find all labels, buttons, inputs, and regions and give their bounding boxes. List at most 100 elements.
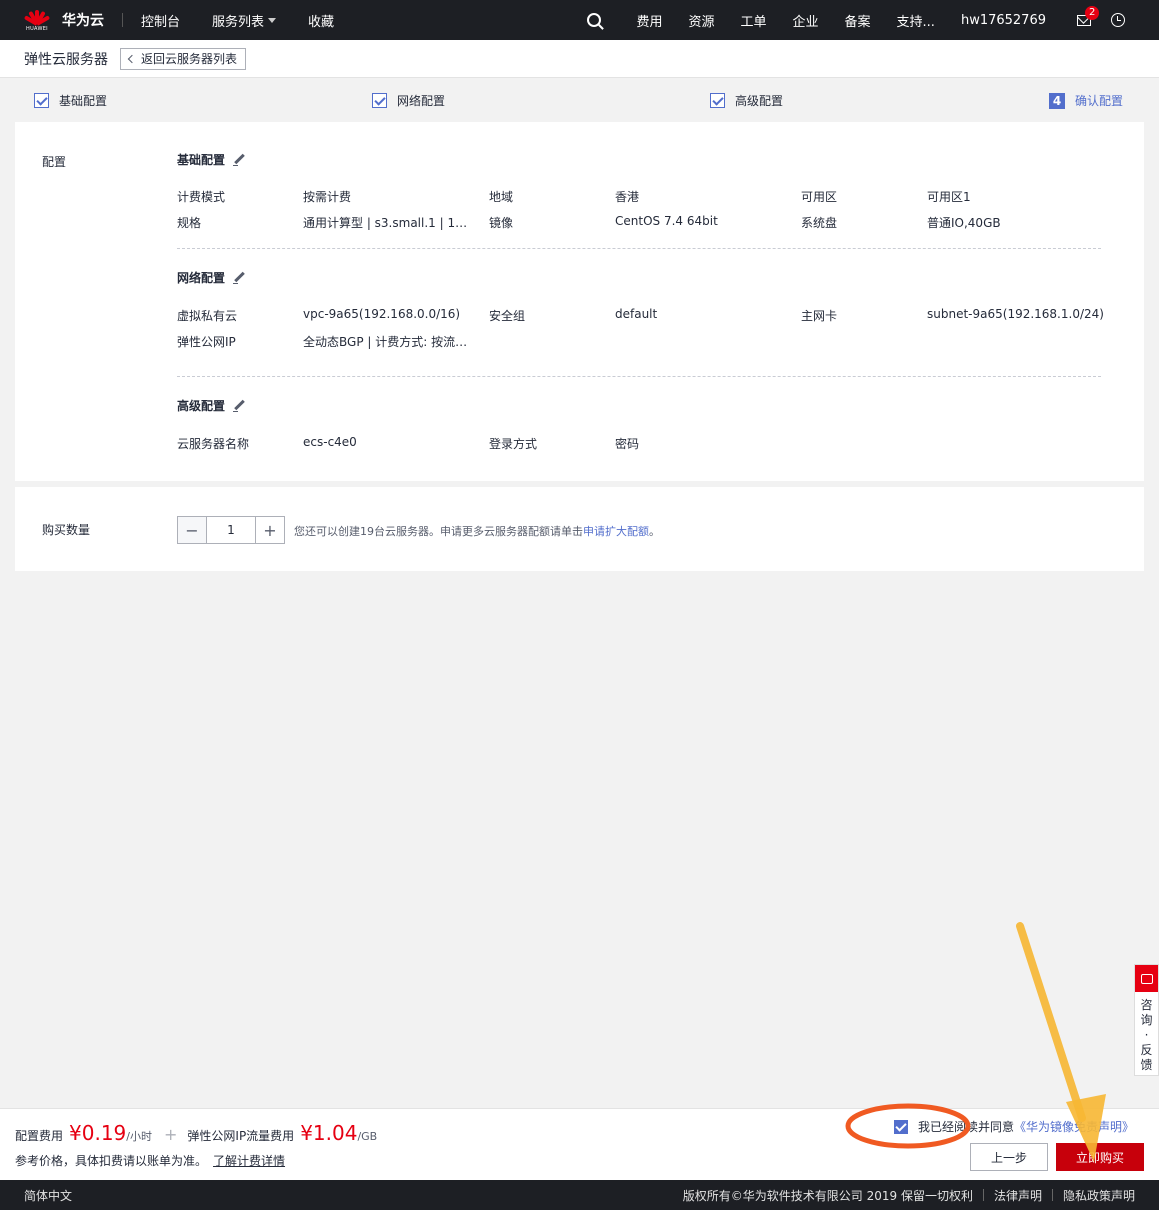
field-value: 可用区1 [927,190,971,204]
huawei-logo-icon [23,8,51,26]
disclaimer-link[interactable]: 《华为镜像免责声明》 [1014,1118,1134,1135]
field-label: 可用区 [801,190,838,204]
field-value: vpc-9a65(192.168.0.0/16) [303,307,461,321]
ip-fee-unit: /GB [357,1130,378,1143]
feedback-label: 咨询·反馈 [1140,998,1153,1072]
field-label: 地域 [489,190,514,204]
page-header: 弹性云服务器 返回云服务器列表 [0,40,1159,78]
footer: 简体中文 版权所有©华为软件技术有限公司 2019 保留一切权利 法律声明 隐私… [0,1180,1159,1210]
section-network: 网络配置 [177,269,245,286]
step-label: 确认配置 [1075,94,1124,108]
field-value: subnet-9a65(192.168.1.0/24) [927,307,1104,321]
config-fee-unit: /小时 [126,1130,152,1143]
footer-divider [982,1189,984,1201]
field-value: 香港 [615,190,640,204]
language-selector[interactable]: 简体中文 [24,1187,72,1204]
config-fee-label: 配置费用 [15,1129,64,1143]
step-number: 4 [1049,92,1065,109]
field-value: 全动态BGP | 计费方式: 按流量计费 [303,335,469,349]
nav-resources[interactable]: 资源 [675,11,727,30]
buy-now-button[interactable]: 立即购买 [1056,1143,1144,1171]
search-icon[interactable] [587,13,602,27]
fee-summary: 配置费用 ¥0.19 /小时 + 弹性公网IP流量费用 ¥1.04 /GB [15,1121,377,1145]
field-label: 规格 [177,216,202,230]
nav-filing[interactable]: 备案 [832,11,884,30]
agree-text: 我已经阅读并同意 [918,1120,1015,1134]
nav-billing[interactable]: 费用 [623,11,675,30]
nav-favorites[interactable]: 收藏 [308,11,334,30]
huawei-logo[interactable]: HUAWEI [0,0,60,40]
chevron-down-icon [268,17,277,23]
logo-text: HUAWEI [26,26,48,32]
increment-button[interactable]: + [255,516,285,544]
field-label: 计费模式 [177,190,226,204]
field-value: default [615,307,658,321]
field-value: 通用计算型 | s3.small.1 | 1vCPUs | 1GB [303,216,469,230]
quota-hint: 您还可以创建19台云服务器。申请更多云服务器配额请单击申请扩大配额。 [294,523,660,539]
previous-step-button[interactable]: 上一步 [970,1143,1048,1171]
nav-tickets[interactable]: 工单 [728,11,780,30]
section-basic-title: 基础配置 [177,153,226,167]
page-title: 弹性云服务器 [24,51,108,68]
nav-right: 费用 资源 工单 企业 备案 支持... hw17652769 2 [587,0,1159,40]
field-value: 普通IO,40GB [927,216,1001,230]
checkout-bar: 配置费用 ¥0.19 /小时 + 弹性公网IP流量费用 ¥1.04 /GB 参考… [0,1108,1159,1180]
field-value: CentOS 7.4 64bit [615,214,718,228]
nav-support[interactable]: 支持... [884,11,948,30]
agree-checkbox[interactable] [894,1119,908,1134]
copyright-text: 版权所有©华为软件技术有限公司 2019 保留一切权利 [682,1188,973,1203]
footer-divider [1051,1189,1053,1201]
quantity-label: 购买数量 [42,523,91,537]
quantity-input[interactable] [207,516,255,544]
edit-pencil-icon[interactable] [233,272,245,284]
feedback-header [1135,965,1158,992]
step-confirm: 4 确认配置 [1049,92,1123,109]
nav-console[interactable]: 控制台 [141,11,180,30]
feedback-widget[interactable]: 咨询·反馈 [1134,964,1159,1076]
back-to-list-button[interactable]: 返回云服务器列表 [120,47,247,70]
message-count-badge: 2 [1085,5,1100,20]
field-label: 安全组 [489,309,526,323]
field-label: 系统盘 [801,216,838,230]
nav-divider [122,13,123,27]
chat-icon [1140,973,1153,984]
pointer-arrow-shaft [1016,922,1086,1122]
nav-service-list[interactable]: 服务列表 [212,11,277,30]
step-label: 高级配置 [735,94,784,108]
field-value: ecs-c4e0 [303,435,357,449]
top-nav: HUAWEI 华为云 控制台 服务列表 收藏 费用 资源 工单 企业 备案 支持… [0,0,1159,40]
wizard-steps: 基础配置 网络配置 高级配置 4 确认配置 [0,78,1159,122]
field-label: 虚拟私有云 [177,309,238,323]
legal-link[interactable]: 法律声明 [994,1187,1042,1204]
edit-pencil-icon[interactable] [233,154,245,166]
field-label: 云服务器名称 [177,437,250,451]
quantity-stepper: − + [177,516,285,544]
config-fee-amount: ¥0.19 [69,1121,127,1145]
edit-pencil-icon[interactable] [233,400,245,412]
billing-details-link[interactable]: 了解计费详情 [213,1154,285,1168]
step-basic[interactable]: 基础配置 [34,92,107,109]
chevron-left-icon [127,54,137,63]
checkmark-icon [710,93,725,108]
quota-hint-text: 您还可以创建19台云服务器。申请更多云服务器配额请单击 [294,525,583,538]
privacy-link[interactable]: 隐私政策声明 [1063,1187,1135,1204]
brand-name[interactable]: 华为云 [60,10,104,30]
nav-service-list-label: 服务列表 [212,14,265,30]
field-label: 登录方式 [489,437,538,451]
section-basic: 基础配置 [177,151,245,168]
nav-enterprise[interactable]: 企业 [780,11,832,30]
config-summary-card: 配置 基础配置 计费模式 按需计费 地域 香港 可用区 可用区1 规格 通用计算… [15,122,1144,481]
request-quota-link[interactable]: 申请扩大配额 [583,525,649,538]
clock-icon[interactable] [1111,13,1125,27]
nav-account[interactable]: hw17652769 [948,13,1059,28]
checkmark-icon [34,93,49,108]
field-value: 密码 [615,437,640,451]
decrement-button[interactable]: − [177,516,207,544]
ip-fee-amount: ¥1.04 [300,1121,358,1145]
step-advanced[interactable]: 高级配置 [710,92,783,109]
step-network[interactable]: 网络配置 [372,92,445,109]
section-divider [177,376,1101,377]
field-value: 按需计费 [303,190,352,204]
messages-button[interactable]: 2 [1077,5,1100,26]
checkmark-icon [372,93,387,108]
